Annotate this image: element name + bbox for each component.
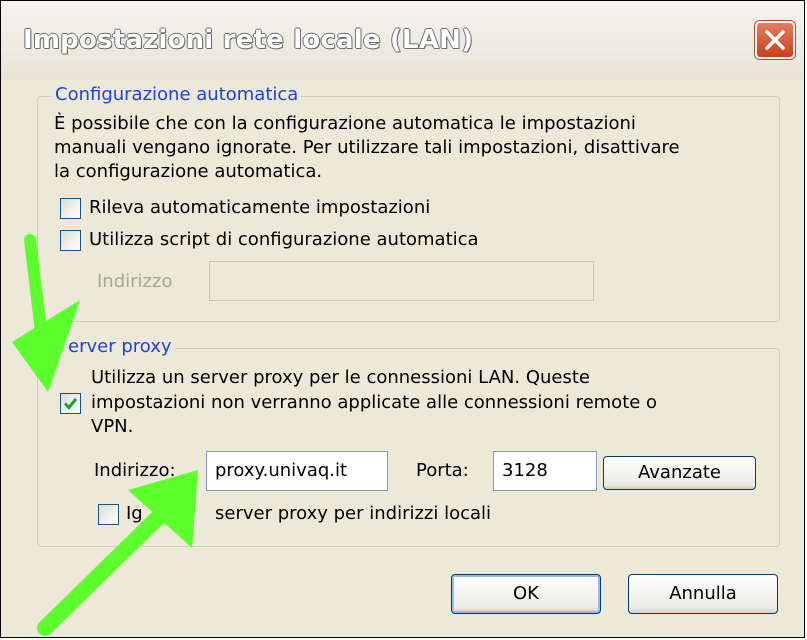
annotation-arrows [12,234,198,636]
down-arrow-annotation [12,234,80,392]
diagonal-arrow-annotation [37,470,198,636]
